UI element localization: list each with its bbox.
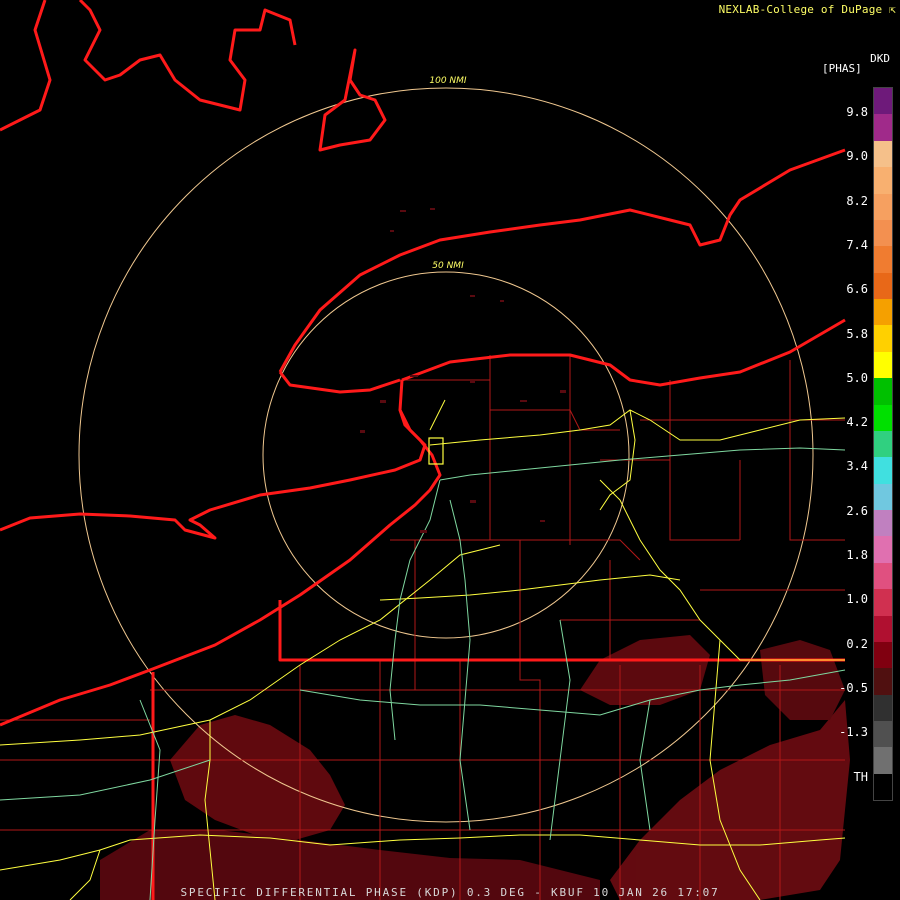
range-ring-50-nmi-label: 50 NMI bbox=[432, 261, 464, 271]
legend-swatch bbox=[874, 589, 892, 616]
legend-tick-label: 4.2 bbox=[846, 415, 868, 430]
legend-tick-label: -0.5 bbox=[839, 680, 868, 695]
credit-label: NEXLAB-College of DuPage ⇱ bbox=[719, 3, 896, 16]
legend-swatch bbox=[874, 193, 892, 220]
legend-swatch bbox=[874, 536, 892, 563]
radar-map: 100 NMI 50 NMI bbox=[0, 0, 850, 900]
legend-swatch bbox=[874, 246, 892, 273]
legend-tick-label: 3.4 bbox=[846, 459, 868, 474]
legend-product-code: DKD bbox=[870, 52, 890, 65]
range-rings bbox=[78, 87, 814, 823]
legend-swatch bbox=[874, 668, 892, 695]
legend-tick-label: 9.8 bbox=[846, 105, 868, 119]
legend-swatch bbox=[874, 404, 892, 431]
legend-swatch bbox=[874, 430, 892, 458]
canada-north-erie-shore bbox=[0, 409, 427, 540]
legend-tick-label: 7.4 bbox=[846, 237, 868, 252]
lake-ontario-west-shore bbox=[278, 371, 401, 394]
echo-area-east bbox=[580, 635, 710, 705]
legend-swatch bbox=[874, 615, 892, 642]
legend-swatch bbox=[874, 457, 892, 484]
echo-area-southwest bbox=[170, 715, 345, 840]
legend-tick-label: 5.8 bbox=[846, 326, 868, 341]
legend-tick-label: 6.6 bbox=[846, 282, 868, 297]
legend-swatch bbox=[874, 694, 892, 721]
legend-swatch bbox=[874, 88, 892, 115]
product-footer: SPECIFIC DIFFERENTIAL PHASE (KDP) 0.3 DE… bbox=[180, 886, 720, 899]
legend-tick-label: TH bbox=[853, 769, 868, 784]
legend-tick-label: 1.8 bbox=[846, 548, 868, 562]
lake-erie-shore bbox=[0, 379, 442, 727]
lake-ontario-south-shore bbox=[401, 318, 846, 387]
range-ring-100-nmi bbox=[78, 87, 814, 823]
legend-swatch bbox=[874, 773, 892, 801]
legend-swatch bbox=[874, 325, 892, 352]
legend-swatch bbox=[874, 167, 892, 194]
legend-swatch bbox=[874, 721, 892, 748]
lake-ontario-north-shore bbox=[278, 148, 846, 373]
legend-tick-label: 0.2 bbox=[846, 636, 868, 651]
legend-tick-label: 5.0 bbox=[846, 370, 868, 385]
legend-swatch bbox=[874, 747, 892, 774]
legend-color-bar bbox=[873, 87, 893, 801]
coastline-layer bbox=[0, 0, 846, 900]
legend-tick-label: 1.0 bbox=[846, 592, 868, 607]
legend-swatch bbox=[874, 140, 892, 168]
radar-site-marker bbox=[428, 437, 444, 465]
legend-tick-label: 2.6 bbox=[846, 503, 868, 518]
ground-clutter bbox=[360, 208, 566, 533]
legend-swatch bbox=[874, 219, 892, 247]
credit-text: NEXLAB-College of DuPage bbox=[718, 3, 883, 16]
range-ring-100-nmi-label: 100 NMI bbox=[429, 76, 467, 86]
legend-tick-label: 8.2 bbox=[846, 193, 868, 208]
legend-tick-label: -1.3 bbox=[839, 725, 868, 740]
legend-unit: [PHAS] bbox=[822, 62, 862, 75]
echo-layer bbox=[100, 635, 850, 900]
legend-swatch bbox=[874, 510, 892, 537]
ontario-north-lines bbox=[0, 0, 52, 132]
legend-swatch bbox=[874, 483, 892, 510]
pointer-icon: ⇱ bbox=[889, 3, 896, 16]
legend-swatch bbox=[874, 299, 892, 326]
legend-swatch bbox=[874, 114, 892, 141]
legend-swatch bbox=[874, 562, 892, 590]
legend-swatch bbox=[874, 351, 892, 379]
legend-swatch bbox=[874, 272, 892, 299]
legend-swatch bbox=[874, 378, 892, 405]
legend-swatch bbox=[874, 641, 892, 669]
legend-tick-label: 9.0 bbox=[846, 149, 868, 164]
